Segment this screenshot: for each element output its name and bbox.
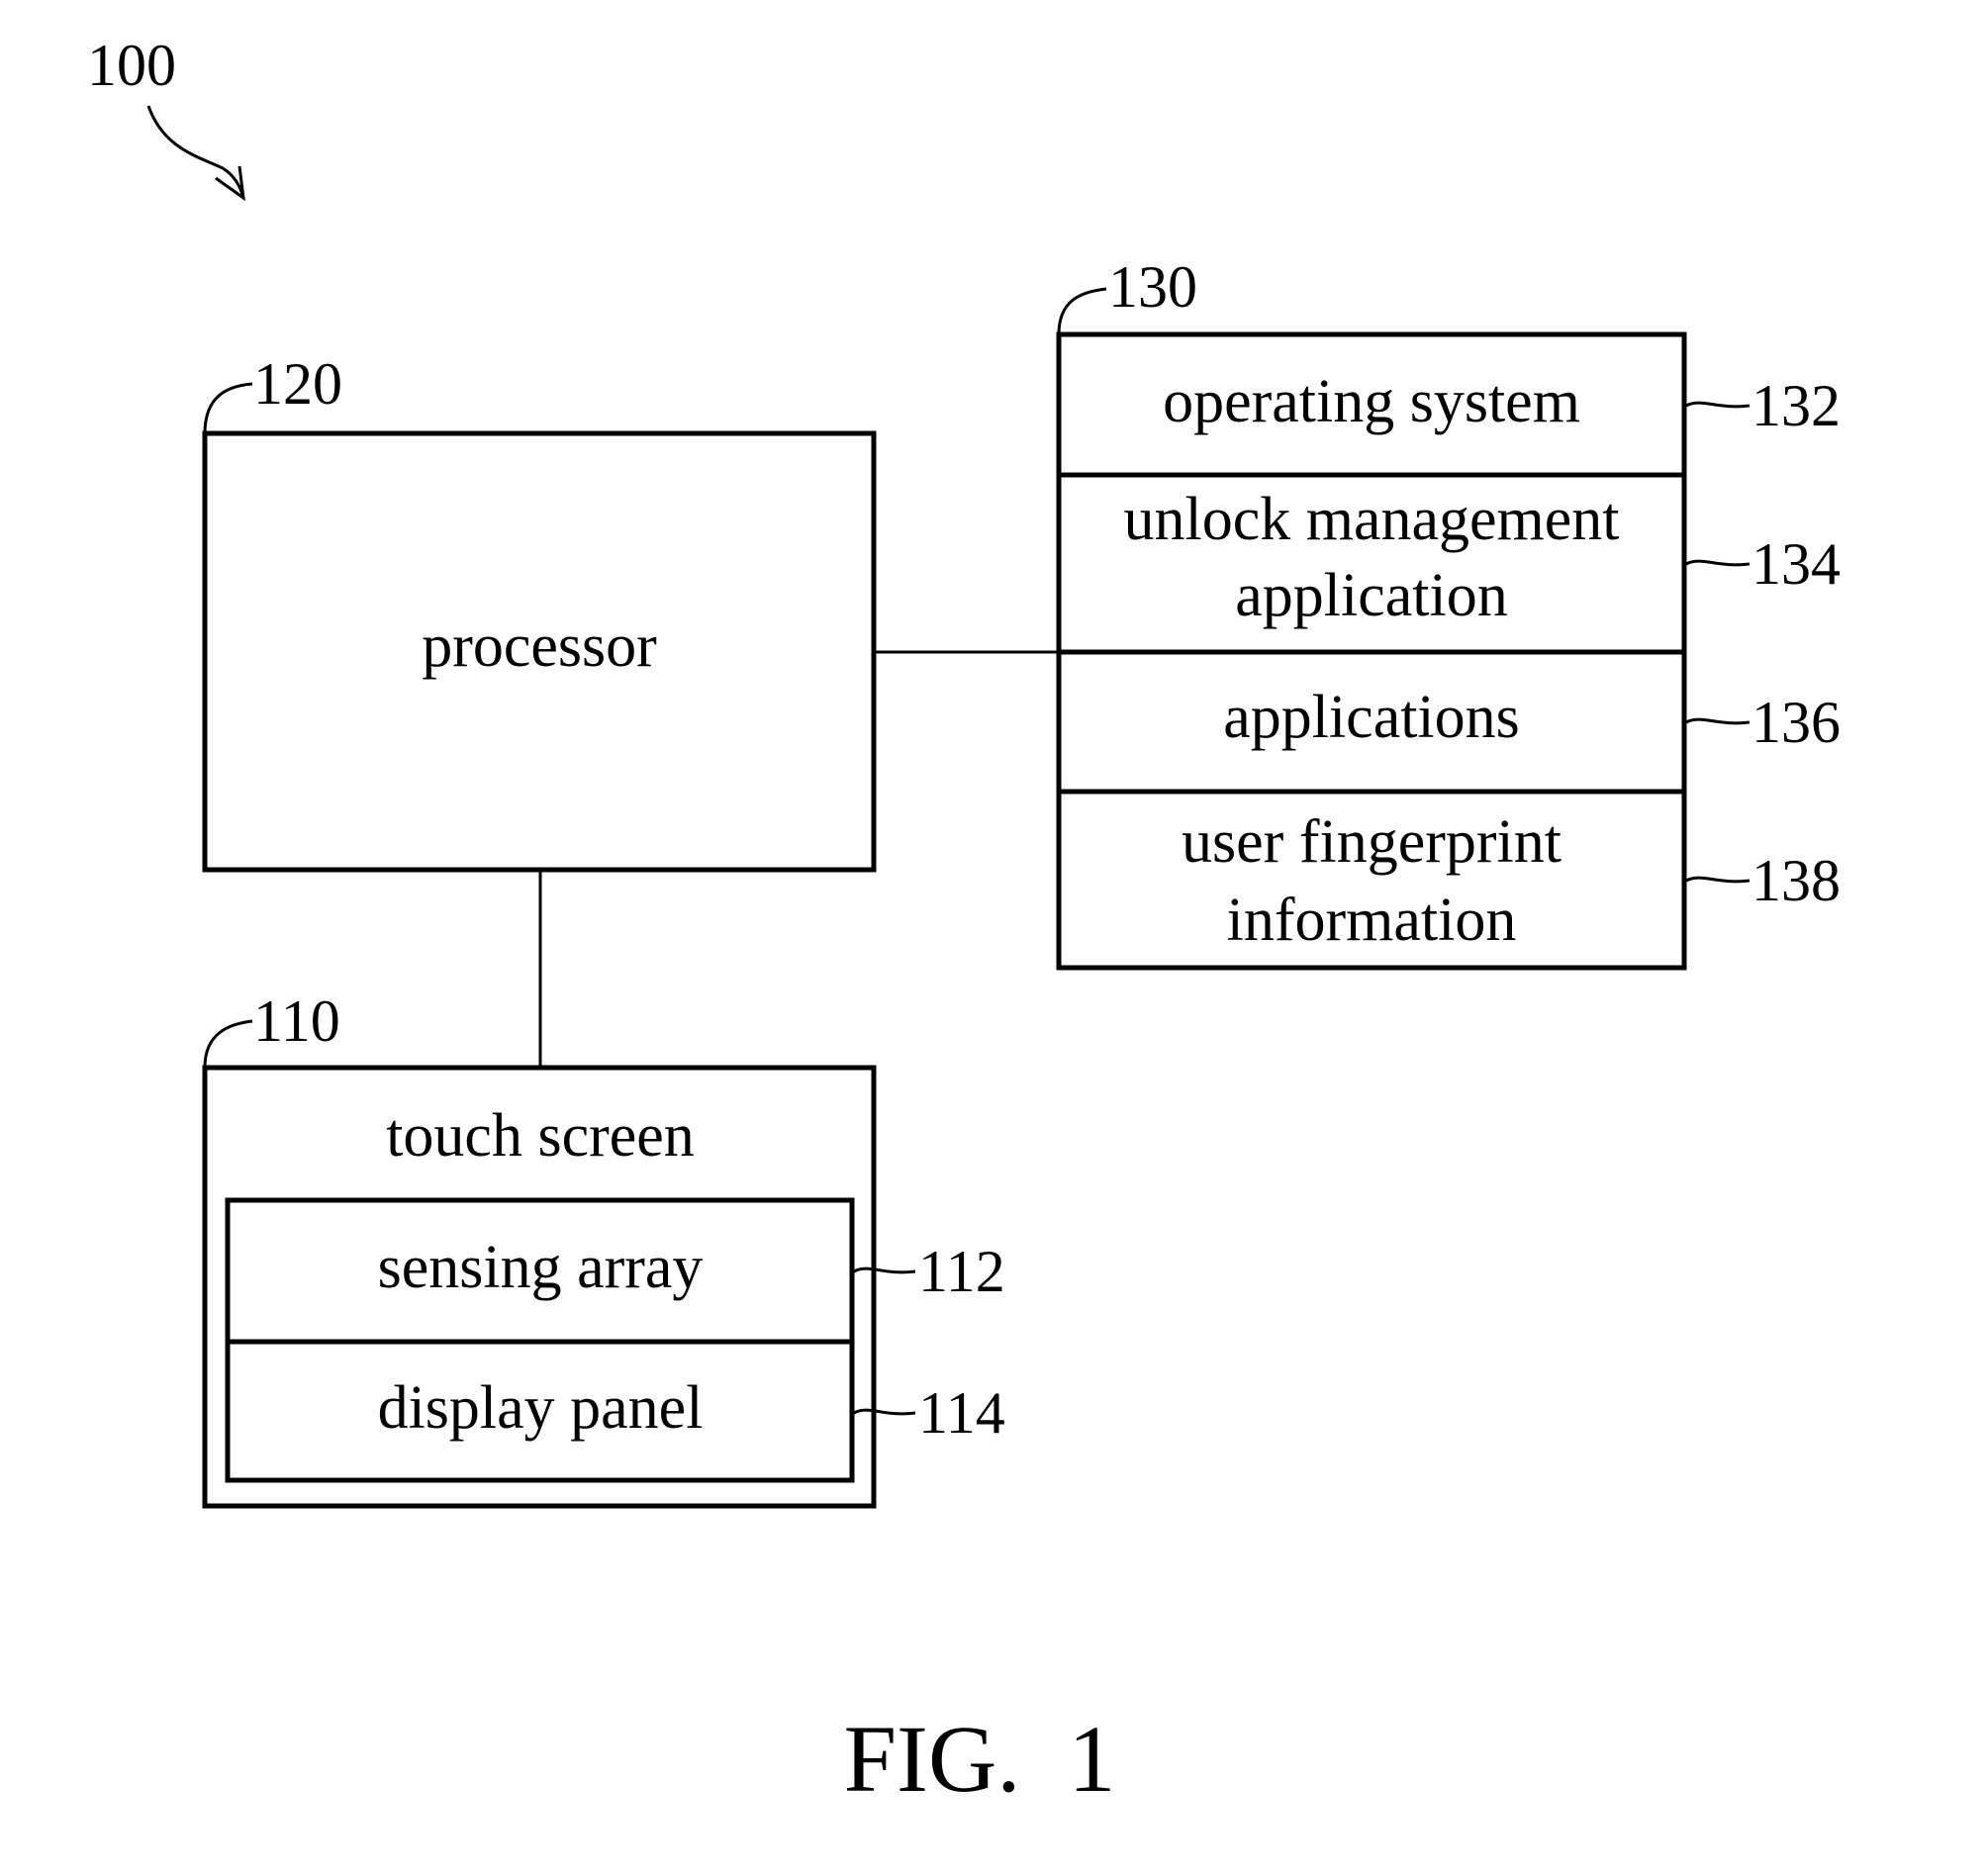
ref-100-arrow bbox=[146, 105, 245, 199]
ref-100: 100 bbox=[87, 33, 176, 98]
ref-130: 130 bbox=[1108, 254, 1197, 320]
block-diagram: 100 120 processor 130 operating system u… bbox=[87, 33, 1841, 1812]
ref-120: 120 bbox=[253, 351, 342, 417]
memory-os-label: operating system bbox=[1163, 368, 1580, 435]
display-panel-label: display panel bbox=[378, 1374, 704, 1442]
ref-110-leader bbox=[203, 1019, 253, 1069]
ref-112: 112 bbox=[918, 1239, 1005, 1304]
arrow-head-icon bbox=[215, 165, 245, 202]
memory-apps-label: applications bbox=[1223, 684, 1520, 751]
ref-130-leader bbox=[1057, 287, 1107, 335]
ref-110: 110 bbox=[253, 988, 340, 1054]
touch-screen-label: touch screen bbox=[386, 1102, 695, 1170]
memory-fingerprint-label-2: information bbox=[1227, 887, 1517, 954]
processor-label: processor bbox=[422, 612, 657, 680]
memory-unlock-label-2: application bbox=[1235, 562, 1507, 629]
ref-138-leader bbox=[1685, 876, 1750, 884]
ref-120-leader bbox=[203, 382, 253, 434]
ref-132: 132 bbox=[1751, 373, 1841, 438]
ref-132-leader bbox=[1685, 401, 1750, 409]
memory-unlock-label-1: unlock management bbox=[1124, 486, 1620, 553]
ref-112-leader bbox=[853, 1266, 916, 1274]
ref-134-leader bbox=[1685, 559, 1750, 567]
ref-136-leader bbox=[1685, 717, 1750, 725]
ref-114-leader bbox=[853, 1408, 916, 1416]
sensing-array-label: sensing array bbox=[378, 1234, 704, 1301]
ref-138: 138 bbox=[1751, 848, 1841, 913]
ref-136: 136 bbox=[1751, 690, 1841, 755]
ref-134: 134 bbox=[1751, 531, 1841, 597]
figure-caption: FIG. 1 bbox=[844, 1706, 1116, 1812]
ref-114: 114 bbox=[918, 1380, 1005, 1446]
memory-fingerprint-label-1: user fingerprint bbox=[1182, 808, 1561, 876]
